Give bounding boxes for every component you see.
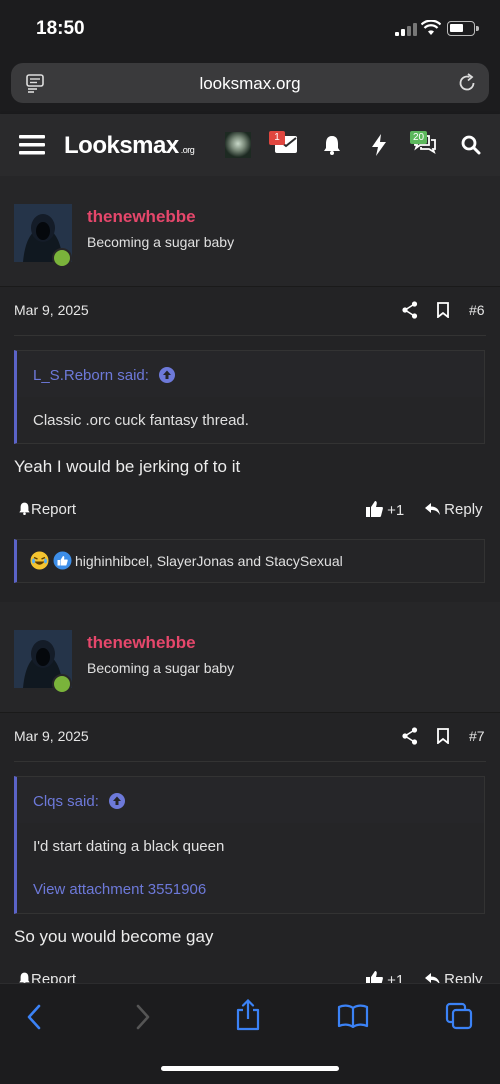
reply-label: Reply bbox=[444, 501, 483, 518]
search-icon[interactable] bbox=[461, 135, 481, 155]
post-number[interactable]: #6 bbox=[469, 302, 485, 318]
address-bar[interactable]: looksmax.org bbox=[11, 63, 489, 103]
user-avatar[interactable] bbox=[225, 132, 251, 158]
like-button[interactable]: +1 bbox=[366, 501, 404, 519]
reply-button[interactable]: Reply bbox=[425, 501, 483, 518]
post-user-title: Becoming a sugar baby bbox=[87, 660, 235, 676]
divider bbox=[14, 335, 486, 336]
reactions-bar[interactable]: highinhibcel, SlayerJonas and StacySexua… bbox=[14, 539, 485, 583]
share-sheet-icon[interactable] bbox=[235, 999, 261, 1031]
bell-icon[interactable] bbox=[322, 135, 342, 155]
reactions-text: highinhibcel, SlayerJonas and StacySexua… bbox=[75, 553, 343, 569]
post-user-title: Becoming a sugar baby bbox=[87, 234, 235, 250]
bell-icon bbox=[19, 502, 30, 515]
quote-text: I'd start dating a black queen bbox=[33, 838, 225, 855]
like-count: +1 bbox=[387, 972, 405, 983]
reply-arrow-icon bbox=[425, 503, 440, 515]
report-label: Report bbox=[31, 971, 77, 983]
share-icon[interactable] bbox=[402, 727, 418, 745]
reply-arrow-icon bbox=[425, 973, 440, 983]
thread-content: thenewhebbe Becoming a sugar baby Mar 9,… bbox=[0, 176, 500, 983]
battery-icon bbox=[447, 21, 479, 36]
thumbs-up-icon bbox=[366, 501, 383, 517]
lightning-icon[interactable] bbox=[371, 134, 387, 156]
wifi-icon bbox=[421, 20, 441, 35]
report-label: Report bbox=[31, 501, 77, 518]
reply-label: Reply bbox=[444, 971, 483, 983]
back-icon[interactable] bbox=[26, 1004, 42, 1030]
post-header: thenewhebbe Becoming a sugar baby bbox=[0, 602, 500, 713]
quote-author: L_S.Reborn said: bbox=[33, 367, 149, 384]
bookmarks-icon[interactable] bbox=[337, 1004, 369, 1028]
reply-button[interactable]: Reply bbox=[425, 971, 483, 983]
post-username[interactable]: thenewhebbe bbox=[87, 633, 196, 653]
post-header: thenewhebbe Becoming a sugar baby bbox=[0, 176, 500, 287]
bookmark-icon[interactable] bbox=[437, 302, 449, 318]
status-time: 18:50 bbox=[36, 18, 85, 39]
post-message: So you would become gay bbox=[14, 927, 214, 946]
report-button[interactable]: Report bbox=[18, 501, 76, 518]
quote-text: Classic .orc cuck fantasy thread. bbox=[33, 412, 249, 429]
browser-address-area: looksmax.org bbox=[0, 58, 500, 114]
quote-author-link[interactable]: L_S.Reborn said: bbox=[33, 367, 176, 384]
hamburger-menu-icon[interactable] bbox=[19, 133, 45, 157]
arrow-up-circle-icon[interactable] bbox=[109, 793, 126, 809]
share-icon[interactable] bbox=[402, 301, 418, 319]
attachment-link[interactable]: View attachment 3551906 bbox=[33, 881, 206, 898]
post-date[interactable]: Mar 9, 2025 bbox=[14, 728, 89, 744]
logo-text: Looksmax bbox=[64, 132, 179, 159]
online-status-icon bbox=[52, 674, 72, 694]
laughing-emoji-icon bbox=[30, 551, 49, 570]
site-logo[interactable]: Looksmax .org bbox=[64, 132, 195, 160]
like-button[interactable]: +1 bbox=[366, 971, 404, 983]
reload-icon[interactable] bbox=[457, 73, 477, 93]
logo-suffix: .org bbox=[180, 145, 195, 155]
post-date[interactable]: Mar 9, 2025 bbox=[14, 302, 89, 318]
quote-block: L_S.Reborn said: Classic .orc cuck fanta… bbox=[14, 350, 485, 444]
site-navbar: Looksmax .org bbox=[0, 114, 500, 176]
home-indicator bbox=[161, 1066, 339, 1071]
bell-icon bbox=[19, 972, 30, 983]
cellular-signal-icon bbox=[395, 23, 417, 36]
inbox-count-badge: 1 bbox=[269, 131, 285, 145]
post: thenewhebbe Becoming a sugar baby Mar 9,… bbox=[0, 176, 500, 583]
quote-block: Clqs said: I'd start dating a black quee… bbox=[14, 776, 485, 914]
post-username[interactable]: thenewhebbe bbox=[87, 207, 196, 227]
quote-author: Clqs said: bbox=[33, 793, 99, 810]
report-button[interactable]: Report bbox=[18, 971, 76, 983]
thumbs-up-icon bbox=[366, 971, 383, 983]
status-bar: 18:50 bbox=[0, 0, 500, 58]
like-reaction-icon bbox=[53, 551, 72, 570]
online-status-icon bbox=[52, 248, 72, 268]
post-message: Yeah I would be jerking of to it bbox=[14, 457, 241, 476]
post: thenewhebbe Becoming a sugar baby Mar 9,… bbox=[0, 602, 500, 983]
post-number[interactable]: #7 bbox=[469, 728, 485, 744]
like-count: +1 bbox=[387, 502, 405, 519]
divider bbox=[14, 761, 486, 762]
tabs-icon[interactable] bbox=[445, 1002, 473, 1030]
bookmark-icon[interactable] bbox=[437, 728, 449, 744]
url-text[interactable]: looksmax.org bbox=[11, 74, 489, 94]
alerts-count-badge: 20 bbox=[410, 131, 428, 144]
forward-icon[interactable] bbox=[135, 1004, 151, 1030]
arrow-up-circle-icon[interactable] bbox=[159, 367, 176, 383]
quote-author-link[interactable]: Clqs said: bbox=[33, 793, 126, 810]
